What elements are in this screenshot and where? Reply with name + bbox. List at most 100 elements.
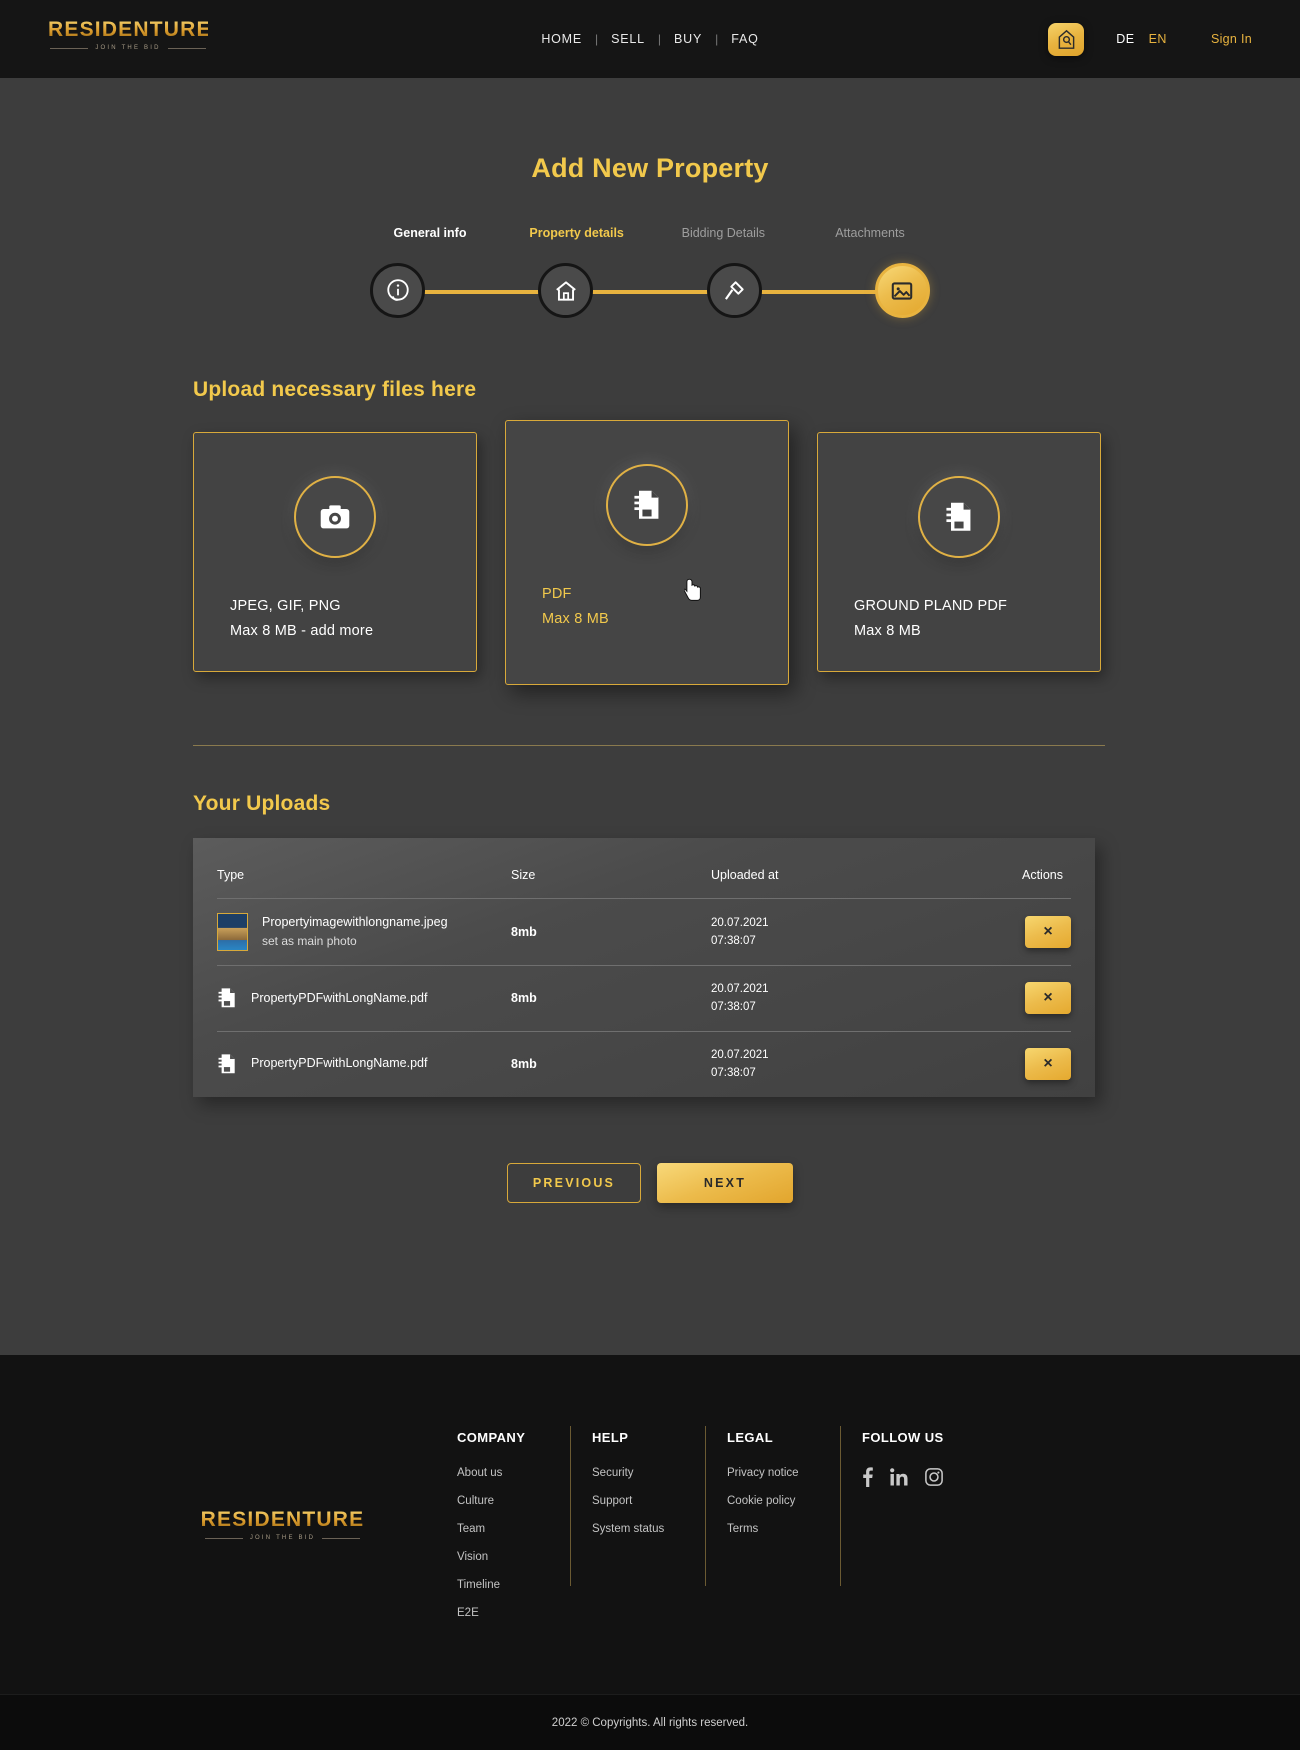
- upload-card-text: JPEG, GIF, PNG Max 8 MB - add more: [194, 598, 476, 639]
- delete-row-button[interactable]: ×: [1025, 916, 1071, 948]
- footer-link-terms[interactable]: Terms: [727, 1523, 840, 1535]
- footer-heading-follow-us: FOLLOW US: [862, 1430, 944, 1445]
- sign-in-link[interactable]: Sign In: [1211, 32, 1252, 46]
- stepper-nodes: [370, 263, 930, 318]
- footer-link-about-us[interactable]: About us: [457, 1467, 570, 1479]
- upload-card-limit: Max 8 MB: [542, 611, 609, 627]
- footer-column-help: HELP Security Support System status: [570, 1426, 705, 1635]
- footer-link-privacy-notice[interactable]: Privacy notice: [727, 1467, 840, 1479]
- uploads-table-panel: Type Size Uploaded at Actions Propertyim…: [193, 838, 1095, 1097]
- upload-card-icon-wrap: [606, 464, 688, 546]
- wizard-actions: PREVIOUS NEXT: [0, 1162, 1300, 1203]
- copyright-bar: 2022 © Copyrights. All rights reserved.: [0, 1694, 1300, 1750]
- cell-size: 8mb: [511, 898, 711, 966]
- footer-link-security[interactable]: Security: [592, 1467, 705, 1479]
- cell-actions: ×: [961, 965, 1071, 1032]
- uploads-table: Type Size Uploaded at Actions Propertyim…: [217, 838, 1071, 1097]
- close-icon: ×: [1043, 989, 1053, 1007]
- document-icon: [946, 502, 971, 531]
- footer-link-cookie-policy[interactable]: Cookie policy: [727, 1495, 840, 1507]
- previous-button[interactable]: PREVIOUS: [507, 1162, 641, 1203]
- table-header-row: Type Size Uploaded at Actions: [217, 838, 1071, 899]
- file-cell: Propertyimagewithlongname.jpeg set as ma…: [217, 913, 511, 951]
- file-name: Propertyimagewithlongname.jpeg: [262, 915, 448, 930]
- progress-stepper: General info Property details Bidding De…: [370, 226, 930, 318]
- footer-link-system-status[interactable]: System status: [592, 1523, 705, 1535]
- cell-type: PropertyPDFwithLongName.pdf: [217, 1031, 511, 1096]
- upload-card-ground-plan[interactable]: GROUND PLAND PDF Max 8 MB: [817, 432, 1101, 672]
- gavel-icon: [725, 280, 744, 300]
- upload-card-limit: Max 8 MB: [854, 623, 921, 639]
- upload-card-formats: JPEG, GIF, PNG: [230, 598, 341, 614]
- page-title: Add New Property: [531, 153, 769, 183]
- footer-link-e2e[interactable]: E2E: [457, 1607, 570, 1619]
- image-icon: [892, 281, 913, 300]
- cell-uploaded-at: 20.07.2021 07:38:07: [711, 965, 961, 1032]
- social-links: [862, 1467, 1030, 1487]
- file-name: PropertyPDFwithLongName.pdf: [251, 990, 428, 1005]
- step-label-general-info[interactable]: General info: [370, 226, 490, 240]
- page-root: RESIDENTURE JOIN THE BID HOME | SELL | B…: [0, 0, 1300, 1750]
- facebook-icon[interactable]: [862, 1467, 873, 1487]
- lang-en[interactable]: EN: [1149, 32, 1167, 46]
- linkedin-icon[interactable]: [890, 1468, 908, 1486]
- file-name-block: Propertyimagewithlongname.jpeg set as ma…: [262, 913, 448, 951]
- main-content: Add New Property General info Property d…: [0, 153, 1300, 1203]
- upload-card-images[interactable]: JPEG, GIF, PNG Max 8 MB - add more: [193, 432, 477, 672]
- info-circle-icon: [386, 278, 409, 301]
- upload-card-text: PDF Max 8 MB: [506, 586, 788, 627]
- cell-type: PropertyPDFwithLongName.pdf: [217, 965, 511, 1032]
- close-icon: ×: [1043, 923, 1053, 940]
- upload-time: 07:38:07: [711, 1067, 756, 1080]
- nav-item-faq[interactable]: FAQ: [718, 32, 771, 46]
- footer-link-support[interactable]: Support: [592, 1495, 705, 1507]
- cell-size: 8mb: [511, 965, 711, 1032]
- footer-link-timeline[interactable]: Timeline: [457, 1579, 570, 1591]
- column-header-actions: Actions: [961, 838, 1071, 899]
- uploads-table-body: Propertyimagewithlongname.jpeg set as ma…: [217, 898, 1071, 1097]
- uploads-title: Your Uploads: [193, 792, 331, 815]
- upload-time: 07:38:07: [711, 1001, 756, 1014]
- section-divider: [193, 745, 1105, 746]
- file-subtext[interactable]: set as main photo: [262, 932, 448, 951]
- upload-time: 07:38:07: [711, 935, 756, 947]
- stepper-labels: General info Property details Bidding De…: [370, 226, 930, 240]
- nav-item-sell[interactable]: SELL: [598, 32, 658, 46]
- file-name: PropertyPDFwithLongName.pdf: [251, 1056, 428, 1071]
- footer-link-columns: COMPANY About us Culture Team Vision Tim…: [435, 1426, 1030, 1635]
- next-button[interactable]: NEXT: [657, 1162, 793, 1203]
- step-label-attachments[interactable]: Attachments: [810, 226, 930, 240]
- step-node-general-info[interactable]: [370, 263, 425, 318]
- cell-uploaded-at: 20.07.2021 07:38:07: [711, 1031, 961, 1096]
- step-label-property-details[interactable]: Property details: [517, 226, 637, 240]
- footer-link-culture[interactable]: Culture: [457, 1495, 570, 1507]
- upload-cards: JPEG, GIF, PNG Max 8 MB - add more PDF M…: [193, 420, 1300, 685]
- step-label-bidding-details[interactable]: Bidding Details: [663, 226, 783, 240]
- file-name-block: PropertyPDFwithLongName.pdf: [251, 1054, 427, 1073]
- house-badge-icon: [1058, 29, 1075, 49]
- upload-card-icon-wrap: [294, 476, 376, 558]
- upload-card-text: GROUND PLAND PDF Max 8 MB: [818, 598, 1100, 639]
- step-node-bidding-details[interactable]: [706, 263, 762, 318]
- house-badge-button[interactable]: [1048, 22, 1085, 56]
- lang-de[interactable]: DE: [1116, 32, 1134, 46]
- footer-link-team[interactable]: Team: [457, 1523, 570, 1535]
- delete-row-button[interactable]: ×: [1025, 1048, 1071, 1081]
- upload-card-pdf[interactable]: PDF Max 8 MB: [505, 420, 789, 685]
- footer-logo[interactable]: RESIDENTURE JOIN THE BID: [175, 1430, 390, 1635]
- upload-card-limit: Max 8 MB - add more: [230, 623, 374, 639]
- footer-link-vision[interactable]: Vision: [457, 1551, 570, 1563]
- table-row: PropertyPDFwithLongName.pdf 8mb 20.07.20…: [217, 1031, 1071, 1096]
- file-cell: PropertyPDFwithLongName.pdf: [217, 1052, 511, 1076]
- pdf-file-icon: [218, 1054, 235, 1074]
- pdf-file-icon: [218, 988, 235, 1008]
- camera-icon: [320, 505, 350, 529]
- upload-section-title: Upload necessary files here: [193, 378, 477, 401]
- step-node-property-details[interactable]: [538, 263, 594, 318]
- delete-row-button[interactable]: ×: [1025, 982, 1071, 1015]
- nav-item-home[interactable]: HOME: [528, 32, 595, 46]
- instagram-icon[interactable]: [925, 1468, 943, 1486]
- nav-item-buy[interactable]: BUY: [661, 32, 715, 46]
- step-node-attachments[interactable]: [874, 263, 930, 318]
- footer-logo-tagline-row: JOIN THE BID: [175, 1535, 390, 1541]
